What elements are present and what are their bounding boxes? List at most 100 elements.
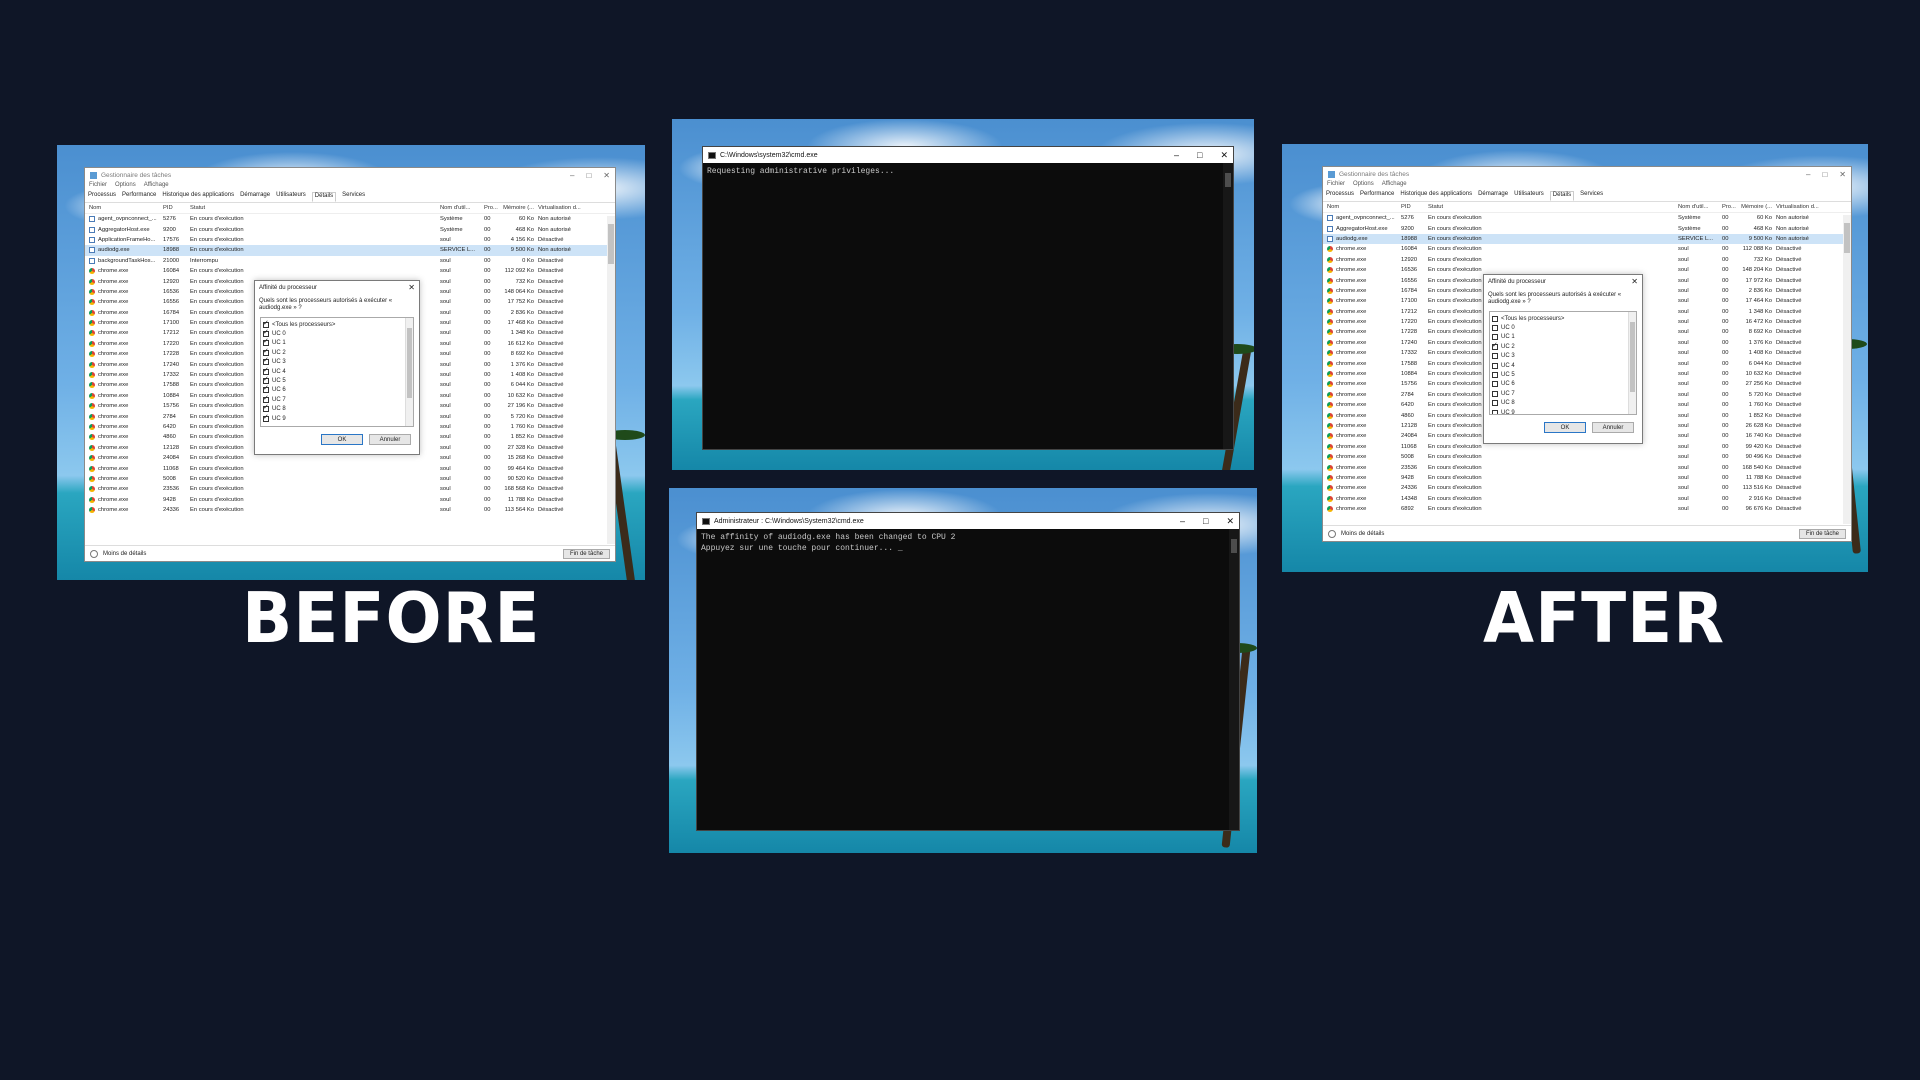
table-row[interactable]: chrome.exe 9428 En cours d'exécution soul 00… [85,495,615,505]
column-header-cell[interactable]: PID [163,205,190,211]
checked-box-icon[interactable] [263,319,269,328]
tab-historique-des-applications[interactable]: Historique des applications [162,192,234,202]
table-row[interactable]: chrome.exe 11068 En cours d'exécution soul 0… [85,463,615,473]
table-row[interactable]: backgroundTaskHos... 21000 Interrompu soul 0… [85,256,615,266]
maximize-icon[interactable]: □ [1822,170,1827,179]
table-row[interactable]: AggregatorHost.exe 9200 En cours d'exécuti… [85,224,615,234]
unchecked-box-icon[interactable] [1492,353,1498,360]
scrollbar-thumb[interactable] [1225,173,1231,187]
checked-box-icon[interactable] [263,375,269,385]
minimize-icon[interactable]: – [570,171,574,180]
unchecked-box-icon[interactable] [1492,315,1498,322]
ok-button[interactable]: OK [321,434,363,445]
minimize-icon[interactable]: – [1806,170,1810,179]
processor-checkbox[interactable]: UC 3 [263,356,411,367]
menu-item[interactable]: Affichage [144,182,169,192]
column-header-cell[interactable]: Mémoire (... [500,205,538,211]
checked-box-icon[interactable] [263,356,269,366]
chevron-up-icon[interactable] [1328,529,1336,538]
table-row[interactable]: chrome.exe 6892 En cours d'exécution soul 00… [1323,504,1851,514]
checked-box-icon[interactable] [263,328,269,338]
processor-checkbox[interactable]: UC 7 [263,394,411,404]
close-icon[interactable]: ✕ [603,171,610,180]
minimize-icon[interactable]: – [1180,516,1185,527]
processor-checkbox[interactable]: UC 5 [263,375,411,385]
processor-checkbox[interactable]: UC 2 [263,347,411,357]
checked-box-icon[interactable] [263,413,269,422]
unchecked-box-icon[interactable] [1492,409,1498,414]
table-row[interactable]: chrome.exe 24336 En cours d'exécution soul 0… [85,505,615,515]
checked-box-icon[interactable] [263,394,269,403]
list-scrollbar-thumb[interactable] [407,328,412,398]
column-header-cell[interactable]: Nom [1323,204,1401,210]
column-header-cell[interactable]: Statut [1428,204,1678,210]
tab-d-tails[interactable]: Détails [311,192,337,202]
table-row[interactable]: audiodg.exe 18988 En cours d'exécution SERV… [85,245,615,256]
tab-d-marrage[interactable]: Démarrage [240,192,270,202]
table-row[interactable]: chrome.exe 12920 En cours d'exécution soul 0… [1323,255,1851,265]
column-header-cell[interactable]: Statut [190,205,440,211]
processor-checkbox[interactable]: <Tous les processeurs> [263,319,411,329]
menu-item[interactable]: Options [1353,181,1374,191]
column-header-cell[interactable]: Pro... [1722,204,1738,210]
processor-checkbox[interactable]: UC 1 [263,337,411,348]
maximize-icon[interactable]: □ [586,171,591,180]
table-row[interactable]: agent_ovpnconnect_... 5276 En cours d'exéc… [1323,213,1851,223]
table-row[interactable]: chrome.exe 23536 En cours d'exécution soul 0… [1323,462,1851,472]
processor-checkbox[interactable]: UC 2 [1492,341,1634,351]
menu-item[interactable]: Affichage [1382,181,1407,191]
scrollbar[interactable] [1229,529,1239,830]
unchecked-box-icon[interactable] [1492,400,1498,407]
maximize-icon[interactable]: □ [1203,516,1208,527]
processor-checkbox[interactable]: UC 0 [1492,323,1634,332]
processor-checkbox[interactable]: UC 4 [1492,361,1634,370]
cancel-button[interactable]: Annuler [1592,422,1634,433]
scrollbar[interactable] [1223,163,1233,449]
less-details-link[interactable]: Moins de détails [103,551,146,557]
table-row[interactable]: chrome.exe 24336 En cours d'exécution soul 0… [1323,483,1851,493]
unchecked-box-icon[interactable] [1492,372,1498,379]
processor-checkbox[interactable]: UC 0 [263,328,411,338]
table-row[interactable]: chrome.exe 14348 En cours d'exécution soul 0… [1323,494,1851,504]
tab-performance[interactable]: Performance [122,192,156,202]
processor-checkbox[interactable]: UC 8 [263,403,411,414]
table-row[interactable]: chrome.exe 23536 En cours d'exécution soul 0… [85,484,615,494]
scrollbar[interactable] [607,216,615,544]
less-details-link[interactable]: Moins de détails [1341,531,1384,537]
checked-box-icon[interactable] [263,337,269,347]
dialog-close-icon[interactable]: ✕ [1631,277,1638,286]
column-header-cell[interactable]: Nom [85,205,163,211]
checked-box-icon[interactable] [1492,341,1498,350]
scrollbar-thumb[interactable] [1231,539,1237,553]
chevron-up-icon[interactable] [90,549,98,558]
ok-button[interactable]: OK [1544,422,1586,433]
processor-checkbox[interactable]: UC 6 [1492,380,1634,389]
checked-box-icon[interactable] [263,347,269,356]
tab-services[interactable]: Services [342,192,365,202]
processor-checkbox[interactable]: UC 8 [1492,399,1634,408]
dialog-close-icon[interactable]: ✕ [408,283,415,292]
end-task-button[interactable]: Fin de tâche [562,548,610,559]
processor-checkbox[interactable]: UC 6 [263,384,411,395]
column-header-cell[interactable]: Pro... [484,205,500,211]
table-row[interactable]: chrome.exe 16084 En cours d'exécution soul 0… [1323,244,1851,254]
processor-checkbox[interactable]: UC 4 [263,366,411,376]
unchecked-box-icon[interactable] [1492,325,1498,332]
table-row[interactable]: ApplicationFrameHo... 17576 En cours d'exé… [85,235,615,245]
checked-box-icon[interactable] [263,403,269,413]
unchecked-box-icon[interactable] [1492,390,1498,397]
column-header-cell[interactable]: Virtualisation d... [538,205,588,211]
checked-box-icon[interactable] [263,366,269,375]
table-row[interactable]: agent_ovpnconnect_... 5276 En cours d'exéc… [85,214,615,224]
tab-utilisateurs[interactable]: Utilisateurs [1514,191,1544,201]
table-row[interactable]: AggregatorHost.exe 9200 En cours d'exécuti… [1323,223,1851,233]
column-header-cell[interactable]: Nom d'util... [440,205,484,211]
column-header-cell[interactable]: Nom d'util... [1678,204,1722,210]
unchecked-box-icon[interactable] [1492,362,1498,369]
list-scrollbar[interactable] [405,318,413,426]
tab-historique-des-applications[interactable]: Historique des applications [1400,191,1472,201]
table-row[interactable]: chrome.exe 5008 En cours d'exécution soul 00… [85,474,615,484]
processor-checkbox[interactable]: UC 9 [1492,408,1634,414]
tab-services[interactable]: Services [1580,191,1603,201]
list-scrollbar[interactable] [1628,312,1636,414]
